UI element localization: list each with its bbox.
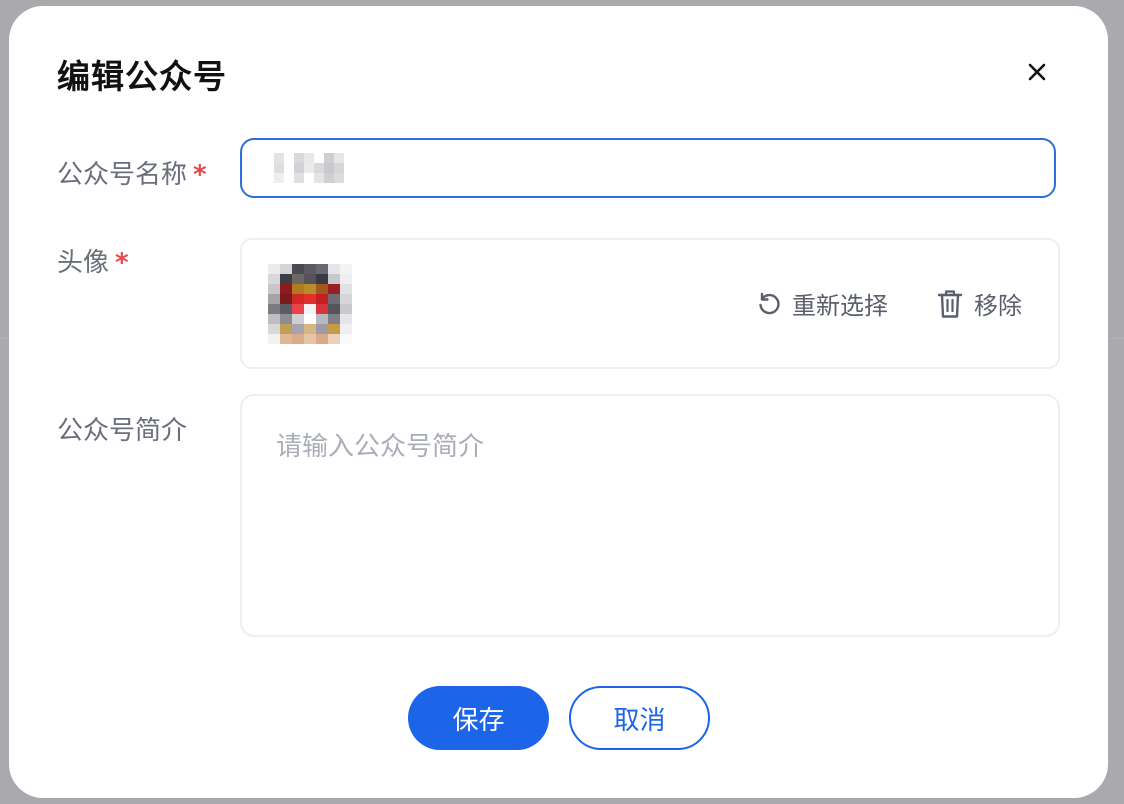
blurred-name-value (274, 153, 344, 183)
required-mark: * (193, 160, 207, 190)
close-button[interactable] (1021, 56, 1053, 88)
backdrop-divider (1108, 338, 1124, 339)
name-label-text: 公众号名称 (57, 160, 188, 190)
required-mark: * (115, 248, 129, 278)
refresh-icon (759, 292, 780, 314)
dialog-title: 编辑公众号 (57, 57, 227, 96)
avatar-image (268, 264, 352, 344)
cancel-button[interactable]: 取消 (569, 686, 710, 750)
save-button[interactable]: 保存 (408, 686, 549, 750)
edit-dialog: 编辑公众号 公众号名称 * 头像 * 重新选择 移除 公众号简介 请输入公众号简… (9, 6, 1108, 798)
reselect-button[interactable]: 重新选择 (756, 286, 888, 321)
name-label: 公众号名称 * (57, 154, 207, 191)
trash-icon (937, 289, 963, 318)
avatar-label: 头像 * (57, 242, 129, 279)
avatar-label-text: 头像 (57, 248, 110, 278)
close-icon[interactable] (1027, 62, 1047, 82)
intro-textarea[interactable]: 请输入公众号简介 (240, 394, 1060, 637)
avatar-upload: 重新选择 移除 (240, 238, 1060, 369)
intro-placeholder: 请输入公众号简介 (276, 432, 485, 462)
name-input[interactable] (240, 138, 1056, 198)
intro-label: 公众号简介 (57, 416, 188, 446)
remove-label: 移除 (974, 292, 1022, 320)
reselect-label: 重新选择 (792, 292, 888, 320)
remove-button[interactable]: 移除 (936, 286, 1022, 321)
backdrop-divider (0, 338, 9, 339)
